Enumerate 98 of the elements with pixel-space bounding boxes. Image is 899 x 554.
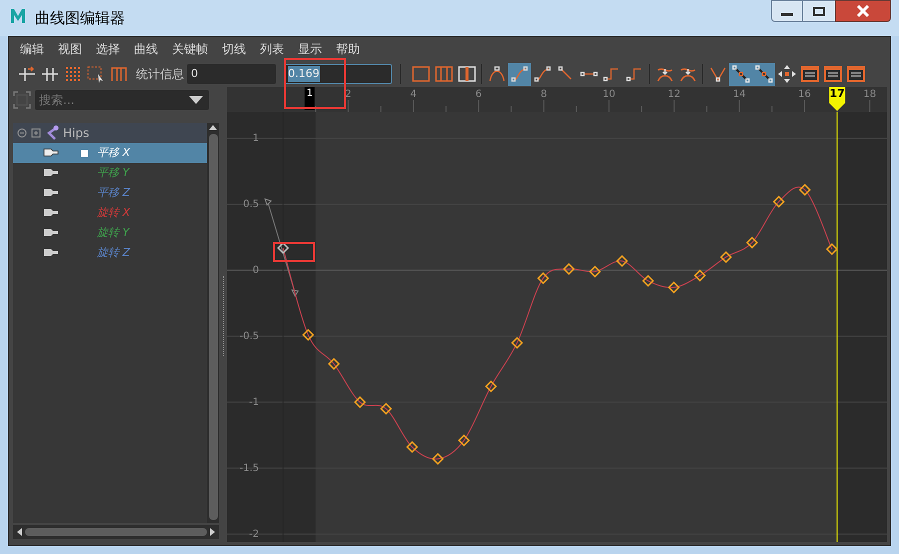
horizontal-scrollbar[interactable]: [13, 525, 219, 539]
maximize-button[interactable]: [803, 0, 835, 22]
keyframe-marker[interactable]: [798, 184, 811, 196]
menu-item[interactable]: 视图: [52, 40, 88, 58]
keyframe-marker[interactable]: [354, 396, 366, 408]
scroll-up-icon[interactable]: [208, 123, 218, 131]
time-ruler[interactable]: [227, 87, 887, 112]
outliner-node[interactable]: Hips: [13, 123, 207, 143]
unify-tool-icon[interactable]: [729, 62, 752, 86]
y-axis-label: 0: [252, 265, 259, 276]
keyframe-marker[interactable]: [458, 434, 470, 446]
menu-item[interactable]: 列表: [254, 40, 290, 58]
keyframe-marker[interactable]: [588, 266, 601, 278]
keyframe-marker[interactable]: [826, 243, 838, 256]
ref-line-label: 17: [829, 87, 845, 100]
scroll-right-icon[interactable]: [209, 527, 217, 537]
scrollbar-thumb[interactable]: [208, 134, 218, 520]
frame-number: 6: [475, 89, 482, 100]
minimize-button[interactable]: [771, 0, 803, 22]
keyframe-marker[interactable]: [642, 274, 654, 287]
y-axis-label: -0.5: [239, 330, 259, 342]
scroll-left-icon[interactable]: [15, 527, 23, 537]
stats-label: 统计信息: [136, 66, 184, 83]
frame-number: 14: [733, 89, 746, 100]
y-axis-label: -2: [249, 528, 259, 540]
plug-icon: [43, 148, 59, 158]
close-icon: [856, 5, 870, 17]
expand-icon[interactable]: [31, 128, 41, 138]
y-axis-label: 1: [252, 133, 259, 144]
node-label: Hips: [63, 125, 90, 142]
attribute-label: 旋转 Z: [97, 244, 130, 261]
frame-number: 10: [602, 89, 616, 100]
minimize-icon: [781, 13, 793, 16]
menu-item[interactable]: 切线: [216, 40, 252, 58]
keyframe-marker[interactable]: [537, 272, 550, 284]
keyframe-marker[interactable]: [328, 358, 340, 370]
keyframe-marker[interactable]: [772, 196, 785, 208]
keyframe-marker[interactable]: [432, 452, 444, 465]
menu-item[interactable]: 显示: [292, 40, 328, 58]
maximize-icon: [813, 6, 825, 16]
frame-number: 4: [410, 89, 417, 100]
menu-item[interactable]: 选择: [90, 40, 126, 58]
keyframe-marker[interactable]: [668, 281, 680, 294]
plug-icon: [43, 208, 59, 218]
close-button[interactable]: [835, 0, 891, 22]
scrollbar-thumb[interactable]: [25, 528, 207, 536]
y-axis-label: -1: [249, 396, 259, 408]
frame-number: 18: [863, 89, 876, 100]
y-axis-label: -1.5: [239, 462, 259, 474]
attribute-label: 平移 Z: [97, 184, 130, 201]
menu-item[interactable]: 关键帧: [166, 40, 214, 58]
keyframe-marker[interactable]: [406, 441, 418, 454]
keyframe-marker[interactable]: [380, 402, 392, 415]
frame-number: 2: [345, 89, 352, 100]
collapse-icon[interactable]: [17, 128, 27, 138]
keyframe-marker[interactable]: [694, 270, 706, 282]
window-title: 曲线图编辑器: [35, 8, 125, 29]
weight-tool-icon[interactable]: [752, 62, 775, 86]
frame-field[interactable]: 0: [187, 64, 276, 84]
keyframe-marker[interactable]: [511, 336, 524, 349]
frame-number: 16: [798, 89, 811, 100]
keyframe-marker[interactable]: [277, 242, 290, 254]
joint-icon: [45, 125, 59, 141]
keyframe-marker[interactable]: [302, 328, 314, 341]
menu-item[interactable]: 编辑: [14, 40, 50, 58]
plug-icon: [43, 228, 59, 238]
app-logo-icon: [9, 7, 27, 25]
menu-item[interactable]: 曲线: [128, 40, 164, 58]
attribute-row[interactable]: 旋转 Y: [13, 223, 207, 243]
y-axis-label: 0.5: [243, 199, 259, 210]
dropdown-caret-icon: [189, 96, 203, 104]
tangent-handle[interactable]: [264, 198, 299, 298]
keyframe-marker[interactable]: [616, 255, 628, 268]
attribute-row[interactable]: 平移 X: [13, 143, 207, 163]
attribute-row[interactable]: 平移 Y: [13, 163, 207, 183]
attribute-label: 旋转 Y: [97, 224, 130, 241]
range-start-marker: 1: [304, 87, 315, 110]
attribute-label: 旋转 X: [97, 204, 130, 221]
plug-icon: [43, 188, 59, 198]
attribute-label: 平移 X: [97, 144, 130, 161]
frame-number: 12: [668, 89, 681, 100]
plug-icon: [43, 168, 59, 178]
selection-square-icon: [81, 150, 88, 156]
spline-tool-icon[interactable]: [508, 62, 531, 86]
frame-number: 8: [540, 89, 547, 100]
highlight-box: [273, 242, 315, 262]
move-tool-icon[interactable]: [775, 62, 798, 86]
keyframe-marker[interactable]: [562, 262, 575, 275]
search-placeholder: 搜索...: [39, 92, 74, 109]
keyframe-marker[interactable]: [720, 251, 732, 264]
menu-item[interactable]: 帮助: [330, 40, 366, 58]
selected-value-text: 0.169: [288, 66, 320, 82]
keyframe-marker[interactable]: [484, 380, 498, 392]
attribute-label: 平移 Y: [97, 164, 130, 181]
keyframe-marker[interactable]: [746, 236, 758, 249]
vertical-scrollbar[interactable]: [207, 123, 219, 523]
highlight-box: [284, 58, 346, 109]
plug-icon: [43, 248, 59, 258]
